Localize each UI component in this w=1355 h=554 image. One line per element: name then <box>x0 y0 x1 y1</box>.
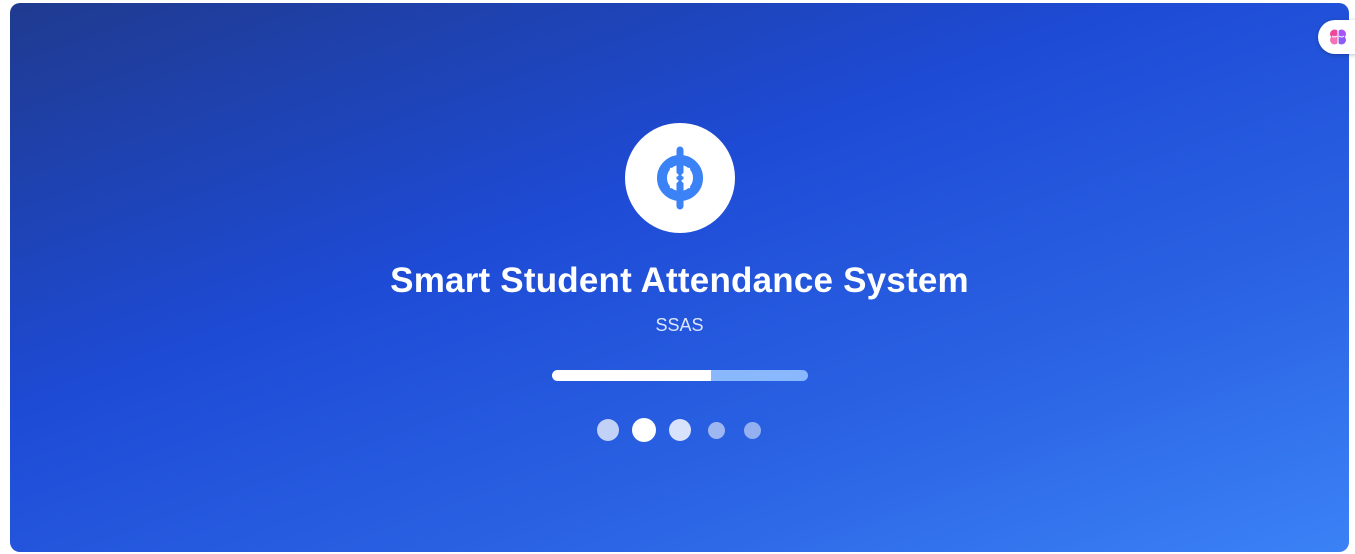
loading-dot-active <box>632 418 656 442</box>
app-title: Smart Student Attendance System <box>390 261 969 300</box>
loading-progress-fill <box>552 370 711 381</box>
loading-dot <box>597 419 619 441</box>
loading-dot <box>669 419 691 441</box>
loading-dot <box>743 421 761 439</box>
brain-icon <box>1330 29 1346 45</box>
splash-screen: Smart Student Attendance System SSAS <box>10 3 1349 552</box>
app-subtitle: SSAS <box>655 315 704 335</box>
loading-progress-bar <box>552 370 808 381</box>
ship-wheel-icon <box>657 146 703 210</box>
extension-tab[interactable] <box>1318 20 1355 54</box>
app-logo <box>625 123 735 233</box>
loading-dots <box>10 417 1349 443</box>
loading-dot <box>707 421 725 439</box>
